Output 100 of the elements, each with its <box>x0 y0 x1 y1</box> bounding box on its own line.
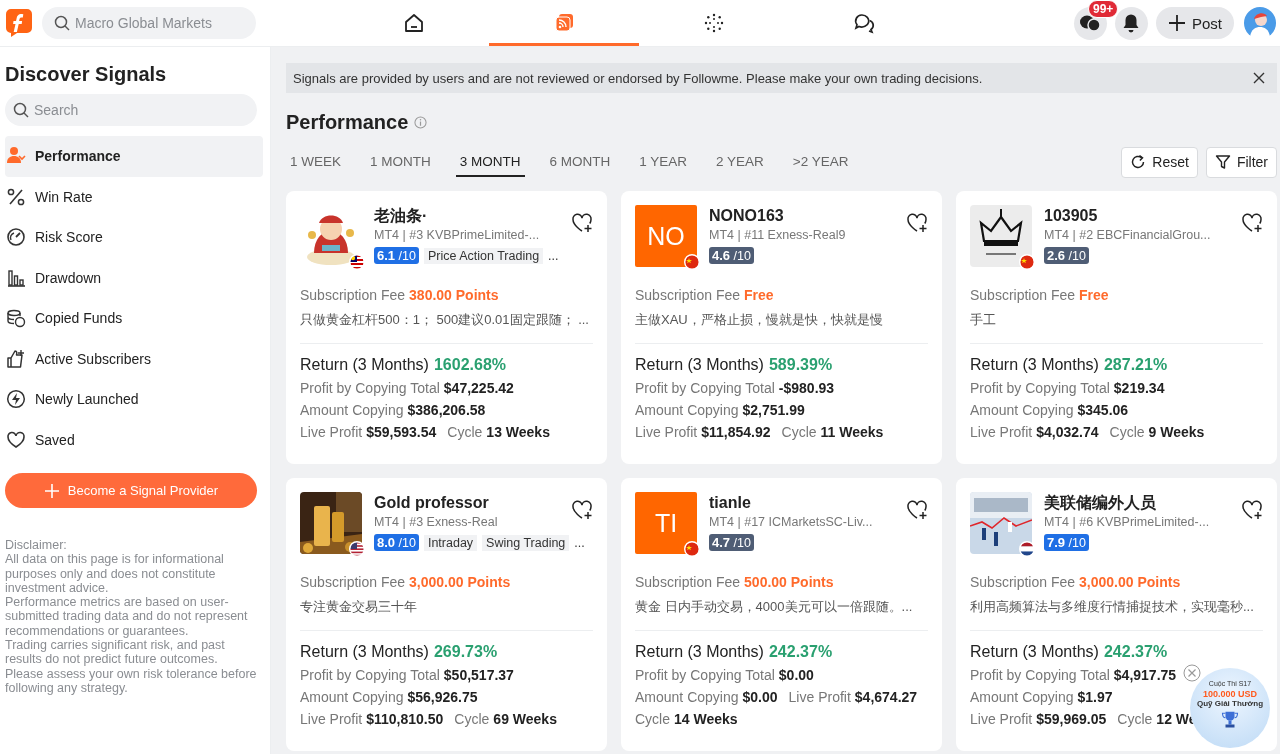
search-icon <box>54 15 70 31</box>
period-tab[interactable]: 1 MONTH <box>366 147 435 177</box>
signal-card[interactable] <box>286 191 607 464</box>
stat-label: Profit by Copying Total <box>635 667 775 683</box>
stat-value: -$980.93 <box>778 380 835 396</box>
trader-name: tianle <box>709 493 752 513</box>
avatar-initials: NO <box>635 205 697 267</box>
stat-label: Cycle <box>635 711 670 727</box>
period-tab[interactable]: 2 YEAR <box>712 147 768 177</box>
score-badge: 4.6 /10 <box>709 247 754 264</box>
signal-card[interactable] <box>621 478 942 751</box>
stat-label: Cycle <box>781 424 817 440</box>
stat-value: $0.00 <box>742 689 778 705</box>
sidebar-item[interactable]: Active Subscribers <box>5 338 263 379</box>
trader-name: 103905 <box>1044 206 1099 226</box>
search-field[interactable]: Search <box>5 94 257 126</box>
post-button[interactable]: Post <box>1156 7 1234 39</box>
stat-value: $50,517.37 <box>443 667 514 683</box>
avatar-initials: TI <box>635 492 697 554</box>
thumbs-up-icon <box>6 348 26 369</box>
period-tab[interactable]: 1 YEAR <box>635 147 692 177</box>
fee-label: Subscription Fee <box>300 574 406 590</box>
fee-label: Subscription Fee <box>635 574 741 590</box>
promo-text: Quỹ Giải Thưởng <box>1196 699 1264 708</box>
return-value: 242.37% <box>1103 643 1168 661</box>
signal-card[interactable] <box>286 478 607 751</box>
account-info: MT4 | #6 KVBPrimeLimited-... <box>1044 515 1211 529</box>
stat-label: Live Profit <box>300 424 363 440</box>
heart-plus-icon[interactable] <box>906 500 928 520</box>
more-tags: ... <box>574 535 585 550</box>
sidebar-item[interactable]: Risk Score <box>5 217 263 258</box>
heart-plus-icon[interactable] <box>571 500 593 520</box>
period-tab[interactable]: 1 WEEK <box>286 147 345 177</box>
return-label: Return (3 Months) <box>300 356 429 374</box>
disclaimer-text: Performance metrics are based on user-submitted trading data and do not represent recommendations or guarantees. <box>5 595 249 639</box>
section-heading: Performance <box>286 111 409 134</box>
chat-bubbles-icon <box>853 12 875 34</box>
stat-label: Live Profit <box>970 424 1033 440</box>
sidebar-item[interactable]: Newly Launched <box>5 379 263 420</box>
notifications-button[interactable] <box>1115 6 1148 40</box>
stat-label: Cycle <box>1109 424 1145 440</box>
sidebar-item[interactable]: Drawdown <box>5 257 263 298</box>
score-badge: 6.1 /10 <box>374 247 419 264</box>
sidebar-item[interactable]: Win Rate <box>5 176 263 217</box>
close-icon[interactable] <box>1253 72 1265 84</box>
return-value: 269.73% <box>433 643 498 661</box>
dotted-circle-icon <box>703 12 725 34</box>
period-tab[interactable]: 3 MONTH <box>455 147 525 177</box>
chat-bubbles-icon <box>1079 13 1102 33</box>
period-tab[interactable]: >2 YEAR <box>788 147 853 177</box>
stat-value: $345.06 <box>1077 402 1129 418</box>
signal-card[interactable] <box>621 191 942 464</box>
description: 只做黄金杠杆500：1； 500建议0.01固定跟随； ... <box>300 311 590 329</box>
bar-chart-icon <box>6 267 26 288</box>
flag-icon <box>684 254 700 270</box>
disclaimer-text: All data on this page is for informational purposes only and does not constitute investment advice. <box>5 552 225 596</box>
lightning-icon <box>6 389 26 410</box>
strategy-tag: Swing Trading <box>482 534 570 551</box>
description: 利用高频算法与多维度行情捕捉技术，实现毫秒... <box>970 598 1255 616</box>
stat-value: 13 Weeks <box>486 424 550 440</box>
count-badge: 99+ <box>1088 0 1119 18</box>
heart-plus-icon[interactable] <box>906 213 928 233</box>
description: 主做XAU，严格止损，慢就是快，快就是慢 <box>635 311 884 329</box>
signal-card[interactable] <box>956 478 1277 751</box>
fee-label: Subscription Fee <box>970 287 1076 303</box>
strategy-tag: Price Action Trading <box>423 247 544 264</box>
sidebar-item[interactable]: Saved <box>5 419 263 460</box>
description: 手工 <box>970 311 997 329</box>
heart-plus-icon[interactable] <box>571 213 593 233</box>
stat-label: Amount Copying <box>635 402 739 418</box>
stat-label: Profit by Copying Total <box>970 667 1110 683</box>
return-label: Return (3 Months) <box>970 643 1099 661</box>
search-field[interactable]: Macro Global Markets <box>42 7 256 39</box>
coins-icon <box>6 308 26 329</box>
period-tab[interactable]: 6 MONTH <box>545 147 615 177</box>
stat-label: Amount Copying <box>300 402 404 418</box>
sidebar-item[interactable]: Performance <box>5 136 263 177</box>
avatar-icon[interactable] <box>1244 7 1276 39</box>
stat-value: $219.34 <box>1113 380 1165 396</box>
stat-label: Amount Copying <box>970 402 1074 418</box>
return-value: 242.37% <box>768 643 833 661</box>
reset-button[interactable]: Reset <box>1121 146 1198 178</box>
stat-label: Live Profit <box>970 711 1033 727</box>
page-title: Discover Signals <box>5 63 168 86</box>
fee-value: 500.00 Points <box>744 574 834 590</box>
trader-name: Gold professor <box>374 493 490 513</box>
trader-name: NONO163 <box>709 206 785 226</box>
stat-value: $1.97 <box>1077 689 1113 705</box>
strategy-tag: Intraday <box>423 534 478 551</box>
stat-value: $56,926.75 <box>407 689 478 705</box>
heart-plus-icon[interactable] <box>1241 213 1263 233</box>
stat-label: Live Profit <box>788 689 851 705</box>
fee-value: Free <box>1079 287 1109 303</box>
stat-label: Cycle <box>454 711 490 727</box>
filter-button[interactable]: Filter <box>1205 146 1277 178</box>
sidebar-item[interactable]: Copied Funds <box>5 298 263 339</box>
signal-card[interactable]: 103905 MT4 | #2 EBCFinancialGrou... 2.6 /10 Subscription Fee Free 手工 Return (3 Months) 287.21% Profit by Copying Total $219.34 Amount Copying $345.06 Live Profit $4,032.74 Cycle 9 Weeks <box>956 191 1277 464</box>
stat-value: 14 Weeks <box>674 711 738 727</box>
flag-icon <box>684 541 700 557</box>
heart-plus-icon[interactable] <box>1241 500 1263 520</box>
